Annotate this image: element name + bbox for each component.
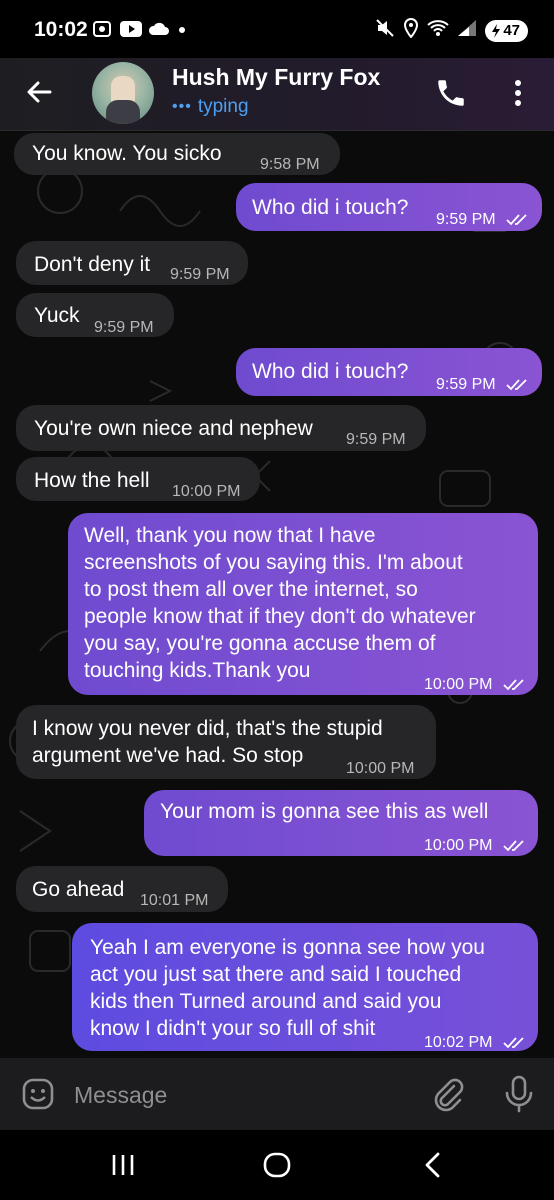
message-time: 10:00 PM	[424, 676, 493, 693]
attach-button[interactable]	[430, 1076, 466, 1112]
contact-status: ••• typing	[172, 96, 249, 118]
message-time: 9:59 PM	[346, 431, 406, 448]
message-text: Don't deny it	[34, 253, 151, 276]
sticker-emoji-icon	[22, 1078, 54, 1110]
double-check-icon	[503, 679, 524, 691]
message-bubble-incoming[interactable]: You're own niece and nephew 9:59 PM	[16, 405, 426, 451]
avatar[interactable]	[92, 62, 154, 124]
status-bar: 10:02 47	[0, 0, 554, 58]
call-button[interactable]	[434, 76, 468, 110]
message-bubble-incoming[interactable]: Don't deny it 9:59 PM	[16, 241, 248, 285]
message-time: 9:59 PM	[94, 319, 154, 336]
status-time: 10:02	[34, 18, 88, 41]
message-time: 10:01 PM	[140, 892, 209, 909]
message-text: Go ahead	[32, 878, 125, 901]
signal-icon	[457, 19, 477, 42]
system-back-button[interactable]	[420, 1150, 446, 1180]
screen-record-icon	[92, 20, 114, 43]
message-bubble-outgoing[interactable]: Who did i touch? 9:59 PM	[236, 348, 542, 396]
cloud-icon	[148, 21, 170, 42]
location-icon	[403, 17, 419, 43]
chat-area[interactable]: You know. You sicko 9:58 PM Who did i to…	[0, 131, 554, 1058]
message-bubble-outgoing[interactable]: Well, thank you now that I have screensh…	[68, 513, 538, 695]
recent-apps-icon	[112, 1155, 134, 1175]
battery-icon: 47	[485, 19, 528, 42]
message-text: Well, thank you now that I have screensh…	[84, 524, 476, 682]
recent-apps-button[interactable]	[108, 1152, 138, 1178]
message-text: Your mom is gonna see this as well	[160, 800, 489, 823]
chevron-left-icon	[425, 1152, 440, 1178]
more-options-button[interactable]	[504, 76, 532, 110]
double-check-icon	[506, 214, 527, 226]
message-text: How the hell	[34, 469, 150, 492]
paperclip-icon	[434, 1078, 464, 1112]
double-check-icon	[506, 379, 527, 391]
message-bubble-incoming[interactable]: Go ahead 10:01 PM	[16, 866, 228, 912]
message-bubble-incoming[interactable]: You know. You sicko 9:58 PM	[14, 133, 340, 175]
message-bubble-outgoing[interactable]: Yeah I am everyone is gonna see how you …	[72, 923, 538, 1051]
microphone-button[interactable]	[502, 1074, 536, 1114]
status-label: typing	[197, 96, 249, 117]
phone-icon	[438, 80, 464, 106]
chat-header: Hush My Furry Fox ••• typing	[0, 58, 554, 131]
message-text: Yuck	[34, 304, 80, 327]
battery-level: 47	[503, 22, 520, 39]
message-text: You know. You sicko	[32, 142, 222, 165]
message-bubble-incoming[interactable]: I know you never did, that's the stupid …	[16, 705, 436, 779]
youtube-icon	[120, 21, 142, 42]
double-check-icon	[503, 1037, 524, 1049]
message-time: 10:00 PM	[172, 483, 241, 500]
typing-dots-icon: •••	[172, 98, 192, 115]
message-text: Who did i touch?	[252, 196, 409, 219]
system-navigation-bar	[0, 1130, 554, 1200]
home-icon	[263, 1152, 291, 1178]
message-composer	[0, 1058, 554, 1130]
back-arrow-icon	[27, 81, 52, 103]
message-bubble-outgoing[interactable]: Who did i touch? 9:59 PM	[236, 183, 542, 231]
message-bubble-incoming[interactable]: How the hell 10:00 PM	[16, 457, 260, 501]
message-time: 9:59 PM	[436, 376, 496, 393]
wifi-icon	[427, 19, 449, 42]
message-bubble-outgoing[interactable]: Your mom is gonna see this as well 10:00…	[144, 790, 538, 856]
mute-icon	[375, 18, 395, 43]
kebab-menu-icon	[515, 80, 521, 106]
message-time: 9:58 PM	[260, 156, 320, 173]
double-check-icon	[503, 840, 524, 852]
message-time: 10:00 PM	[346, 760, 415, 777]
message-text: Yeah I am everyone is gonna see how you …	[90, 936, 485, 1040]
back-button[interactable]	[22, 74, 58, 110]
message-text: I know you never did, that's the stupid …	[32, 717, 383, 767]
message-text: You're own niece and nephew	[34, 417, 313, 440]
microphone-icon	[505, 1075, 533, 1113]
message-time: 9:59 PM	[436, 211, 496, 228]
home-button[interactable]	[262, 1150, 292, 1180]
message-time: 9:59 PM	[170, 266, 230, 283]
message-time: 10:02 PM	[424, 1034, 493, 1051]
emoji-button[interactable]	[20, 1076, 56, 1112]
dot-icon	[176, 23, 188, 41]
contact-name[interactable]: Hush My Furry Fox	[172, 64, 380, 91]
message-text: Who did i touch?	[252, 360, 409, 383]
message-bubble-incoming[interactable]: Yuck 9:59 PM	[16, 293, 174, 337]
message-input[interactable]	[72, 1078, 406, 1112]
message-time: 10:00 PM	[424, 837, 493, 854]
